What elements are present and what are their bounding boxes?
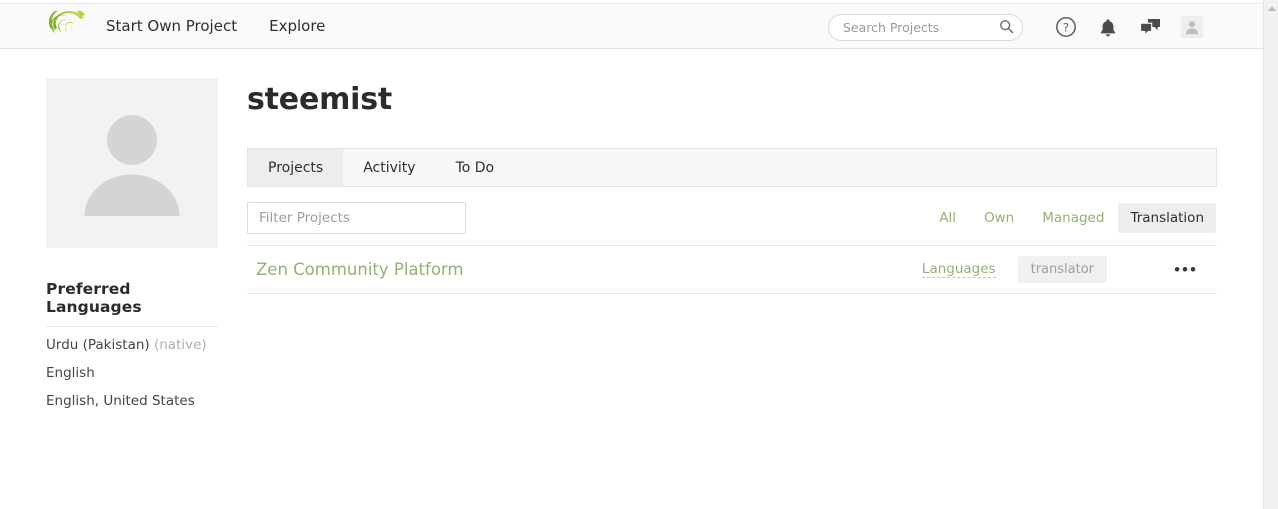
notifications-bell-icon[interactable] (1087, 4, 1129, 50)
chat-bubbles-glyph (1139, 17, 1162, 37)
tab-projects[interactable]: Projects (248, 149, 343, 186)
preferred-languages-heading: Preferred Languages (46, 280, 218, 316)
user-avatar-icon[interactable] (1171, 4, 1213, 50)
list-item: English (46, 355, 218, 383)
profile-tabs: Projects Activity To Do (247, 148, 1217, 187)
nav-right-group: ? (828, 4, 1213, 50)
filter-row: All Own Managed Translation (247, 202, 1217, 234)
scope-filter-translation[interactable]: Translation (1118, 203, 1216, 233)
language-name: Urdu (Pakistan) (46, 337, 150, 353)
nav-start-own-project[interactable]: Start Own Project (90, 3, 253, 49)
tab-todo[interactable]: To Do (436, 149, 515, 186)
search-icon[interactable] (997, 18, 1015, 36)
app-root: Start Own Project Explore ? (0, 0, 1278, 509)
main-content: steemist Projects Activity To Do All Own… (247, 78, 1217, 294)
search-input[interactable] (828, 14, 1023, 41)
weblate-logo[interactable] (48, 10, 90, 42)
filter-projects-input[interactable] (247, 202, 466, 234)
nav-explore[interactable]: Explore (253, 3, 341, 49)
language-name: English, United States (46, 393, 195, 409)
search-projects-field (828, 14, 1023, 41)
person-glyph (1184, 19, 1200, 35)
status-badge: translator (1018, 256, 1107, 283)
projects-table: Zen Community Platform Languages transla… (247, 245, 1217, 294)
table-row: Zen Community Platform Languages transla… (247, 246, 1217, 294)
profile-sidebar: Preferred Languages Urdu (Pakistan) (nat… (46, 78, 218, 411)
user-avatar-placeholder (46, 78, 218, 248)
scope-filter-own[interactable]: Own (970, 204, 1028, 232)
list-item: English, United States (46, 383, 218, 411)
bell-glyph (1098, 17, 1118, 38)
person-silhouette-icon (76, 108, 188, 218)
language-name: English (46, 365, 95, 381)
row-menu-icon[interactable]: ••• (1169, 257, 1203, 283)
page-title: steemist (247, 78, 1217, 122)
scroll-up-arrow[interactable] (1264, 0, 1278, 16)
avatar (1181, 16, 1203, 38)
top-navigation-bar: Start Own Project Explore ? (0, 3, 1263, 49)
language-native-note: (native) (150, 337, 207, 353)
search-glyph (999, 19, 1014, 34)
weblate-logo-icon (49, 11, 89, 41)
page-scrollbar[interactable] (1263, 0, 1278, 509)
nav-left-group: Start Own Project Explore (0, 4, 341, 48)
project-scope-filters: All Own Managed Translation (925, 203, 1216, 233)
help-circle-glyph: ? (1055, 16, 1077, 38)
project-link[interactable]: Zen Community Platform (256, 260, 922, 279)
chat-messages-icon[interactable] (1129, 4, 1171, 50)
scope-filter-all[interactable]: All (925, 204, 970, 232)
help-icon[interactable]: ? (1045, 4, 1087, 50)
svg-text:?: ? (1063, 20, 1069, 34)
tab-activity[interactable]: Activity (343, 149, 435, 186)
chevron-up-icon (1268, 6, 1276, 11)
scope-filter-managed[interactable]: Managed (1028, 204, 1118, 232)
list-item: Urdu (Pakistan) (native) (46, 327, 218, 355)
project-languages-link[interactable]: Languages (922, 261, 996, 278)
